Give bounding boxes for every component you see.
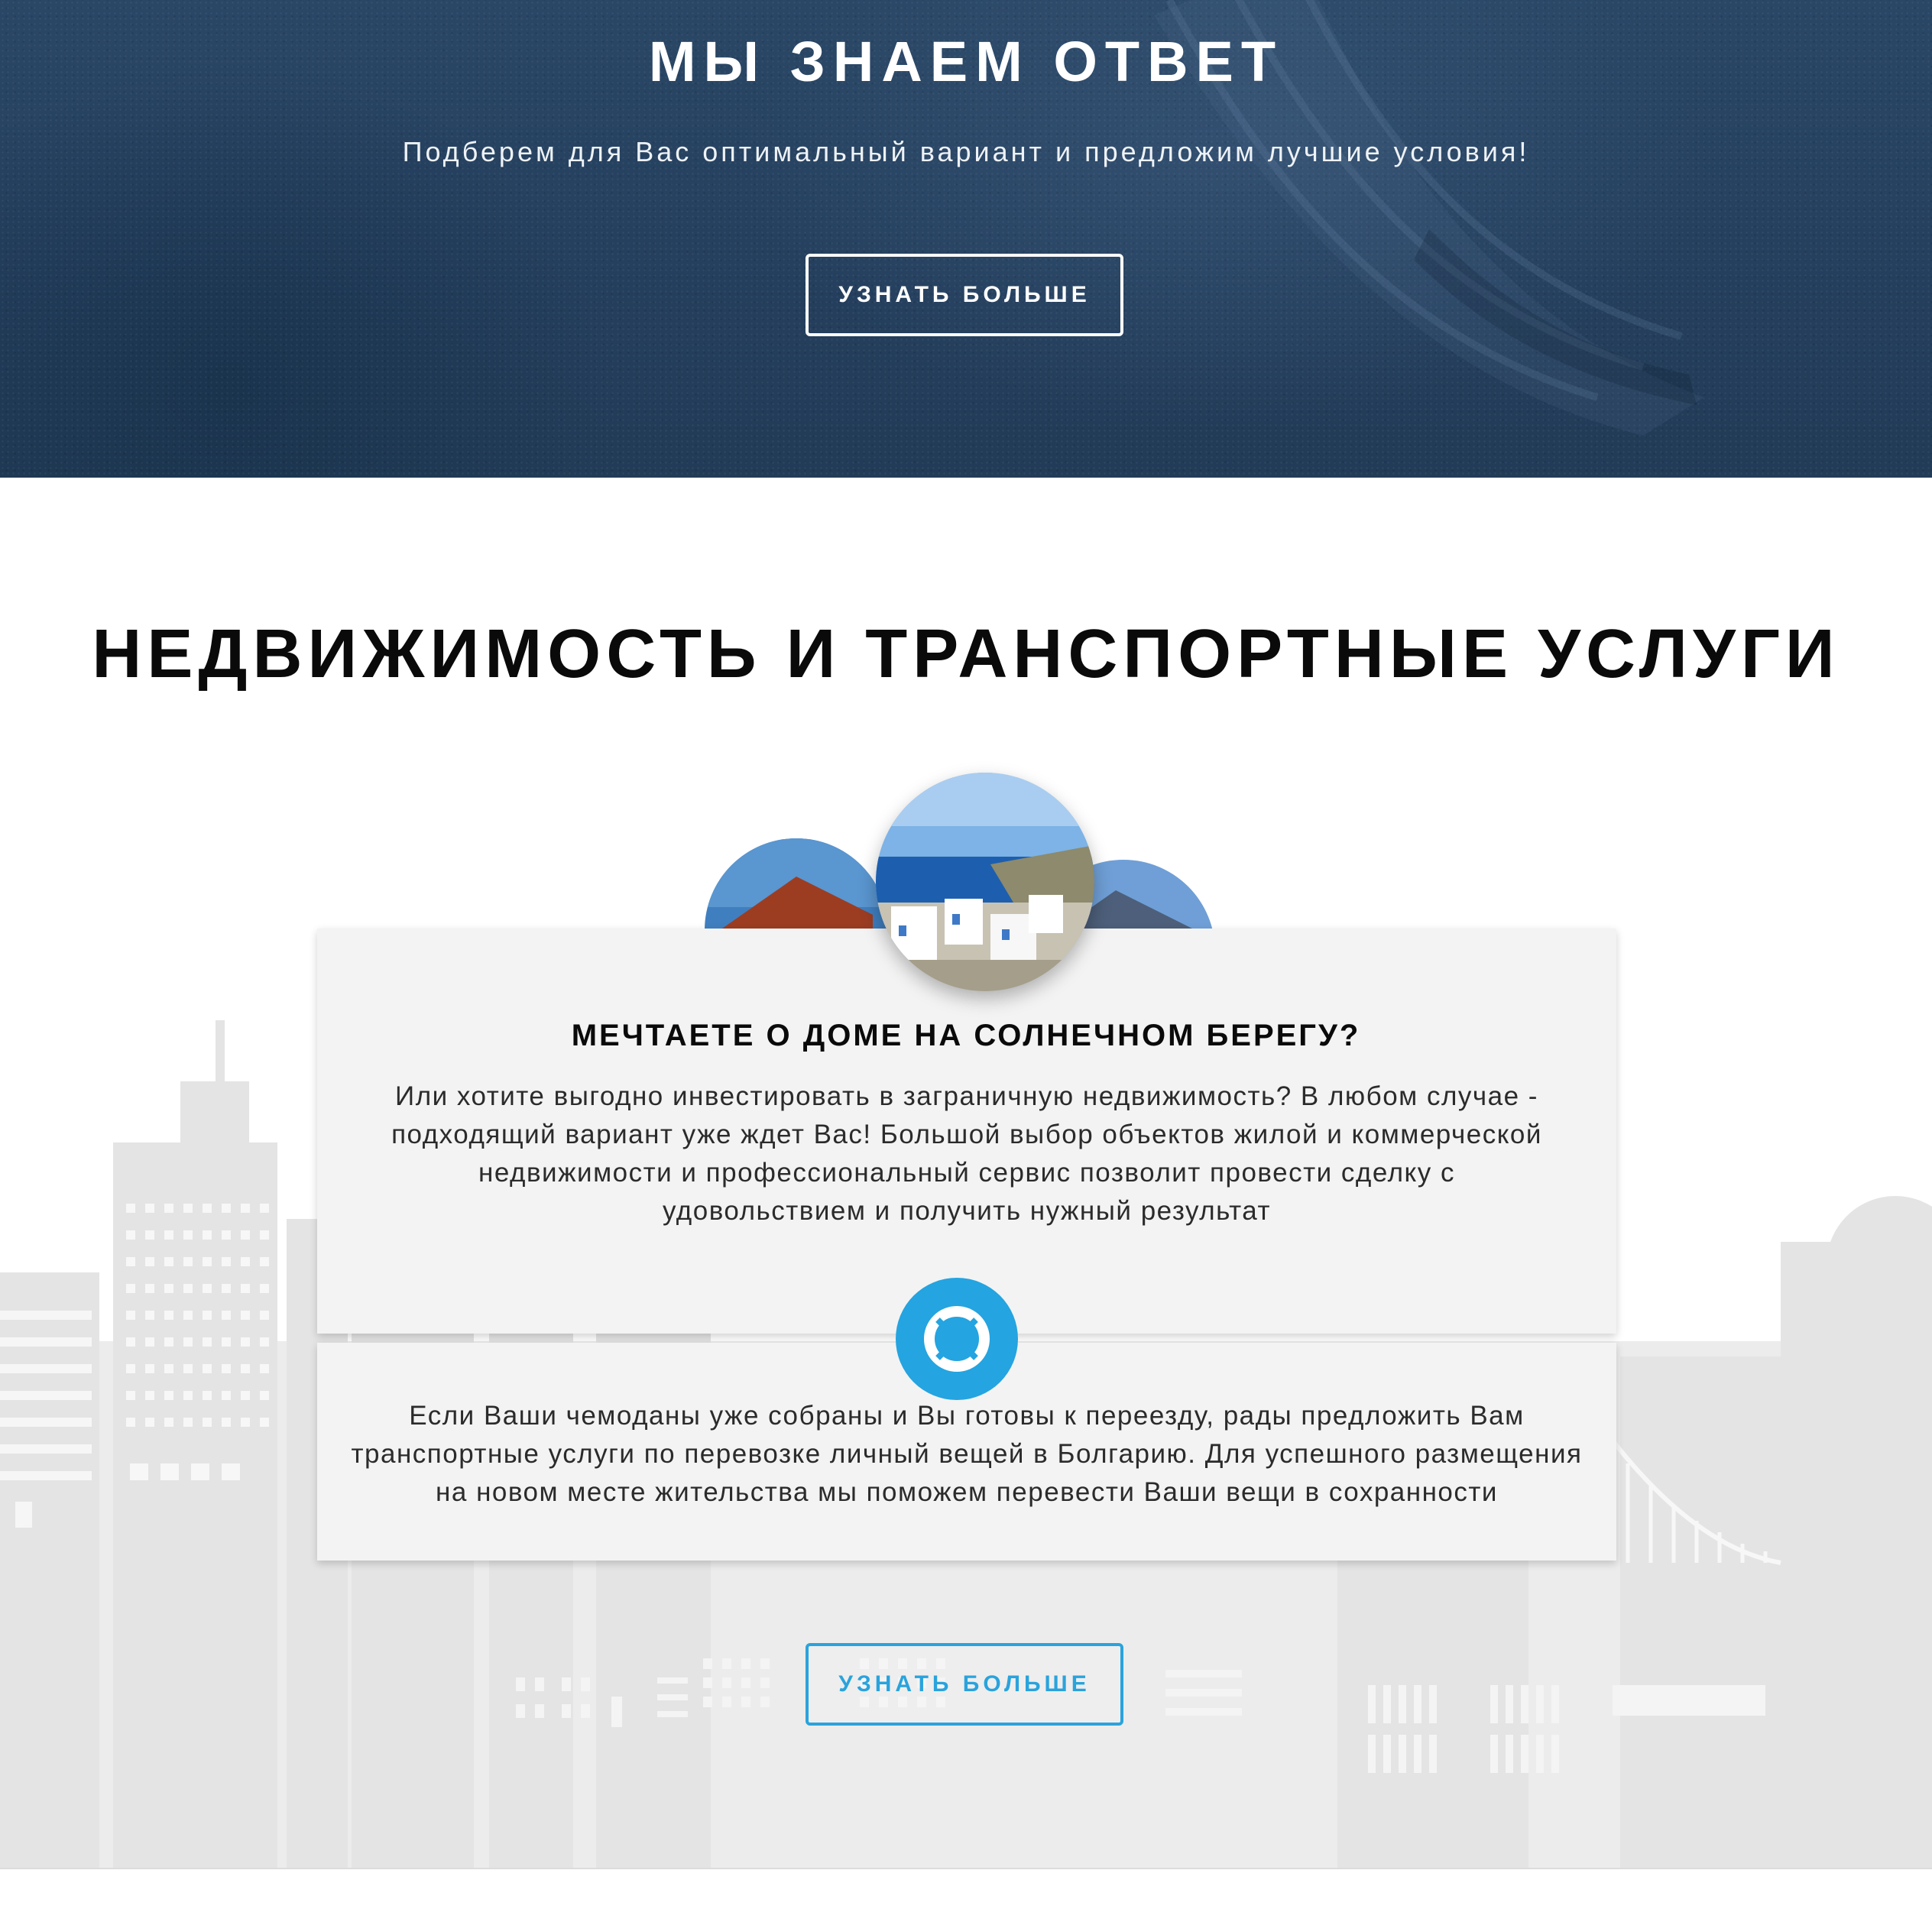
services-learn-more-button[interactable]: УЗНАТЬ БОЛЬШЕ — [806, 1643, 1123, 1726]
real-estate-text: Или хотите выгодно инвестировать в загра… — [391, 1081, 1542, 1226]
hero-section: МЫ ЗНАЕМ ОТВЕТ Подберем для Вас оптималь… — [0, 0, 1932, 478]
transport-text: Если Ваши чемоданы уже собраны и Вы гото… — [351, 1401, 1583, 1507]
section-title: НЕДВИЖИМОСТЬ И ТРАНСПОРТНЫЕ УСЛУГИ — [92, 616, 1840, 692]
real-estate-heading: МЕЧТАЕТЕ О ДОМЕ НА СОЛНЕЧНОМ БЕРЕГУ? — [571, 1019, 1361, 1052]
lifebuoy-icon — [896, 1278, 1018, 1400]
hero-subtitle: Подберем для Вас оптимальный вариант и п… — [402, 136, 1530, 167]
hero-title: МЫ ЗНАЕМ ОТВЕТ — [648, 30, 1284, 93]
coast-photo-main — [876, 773, 1094, 991]
section-divider — [0, 1868, 1932, 1909]
services-section: НЕДВИЖИМОСТЬ И ТРАНСПОРТНЫЕ УСЛУГИ МЕЧТА… — [0, 478, 1932, 1868]
hero-learn-more-button[interactable]: УЗНАТЬ БОЛЬШЕ — [806, 254, 1123, 336]
